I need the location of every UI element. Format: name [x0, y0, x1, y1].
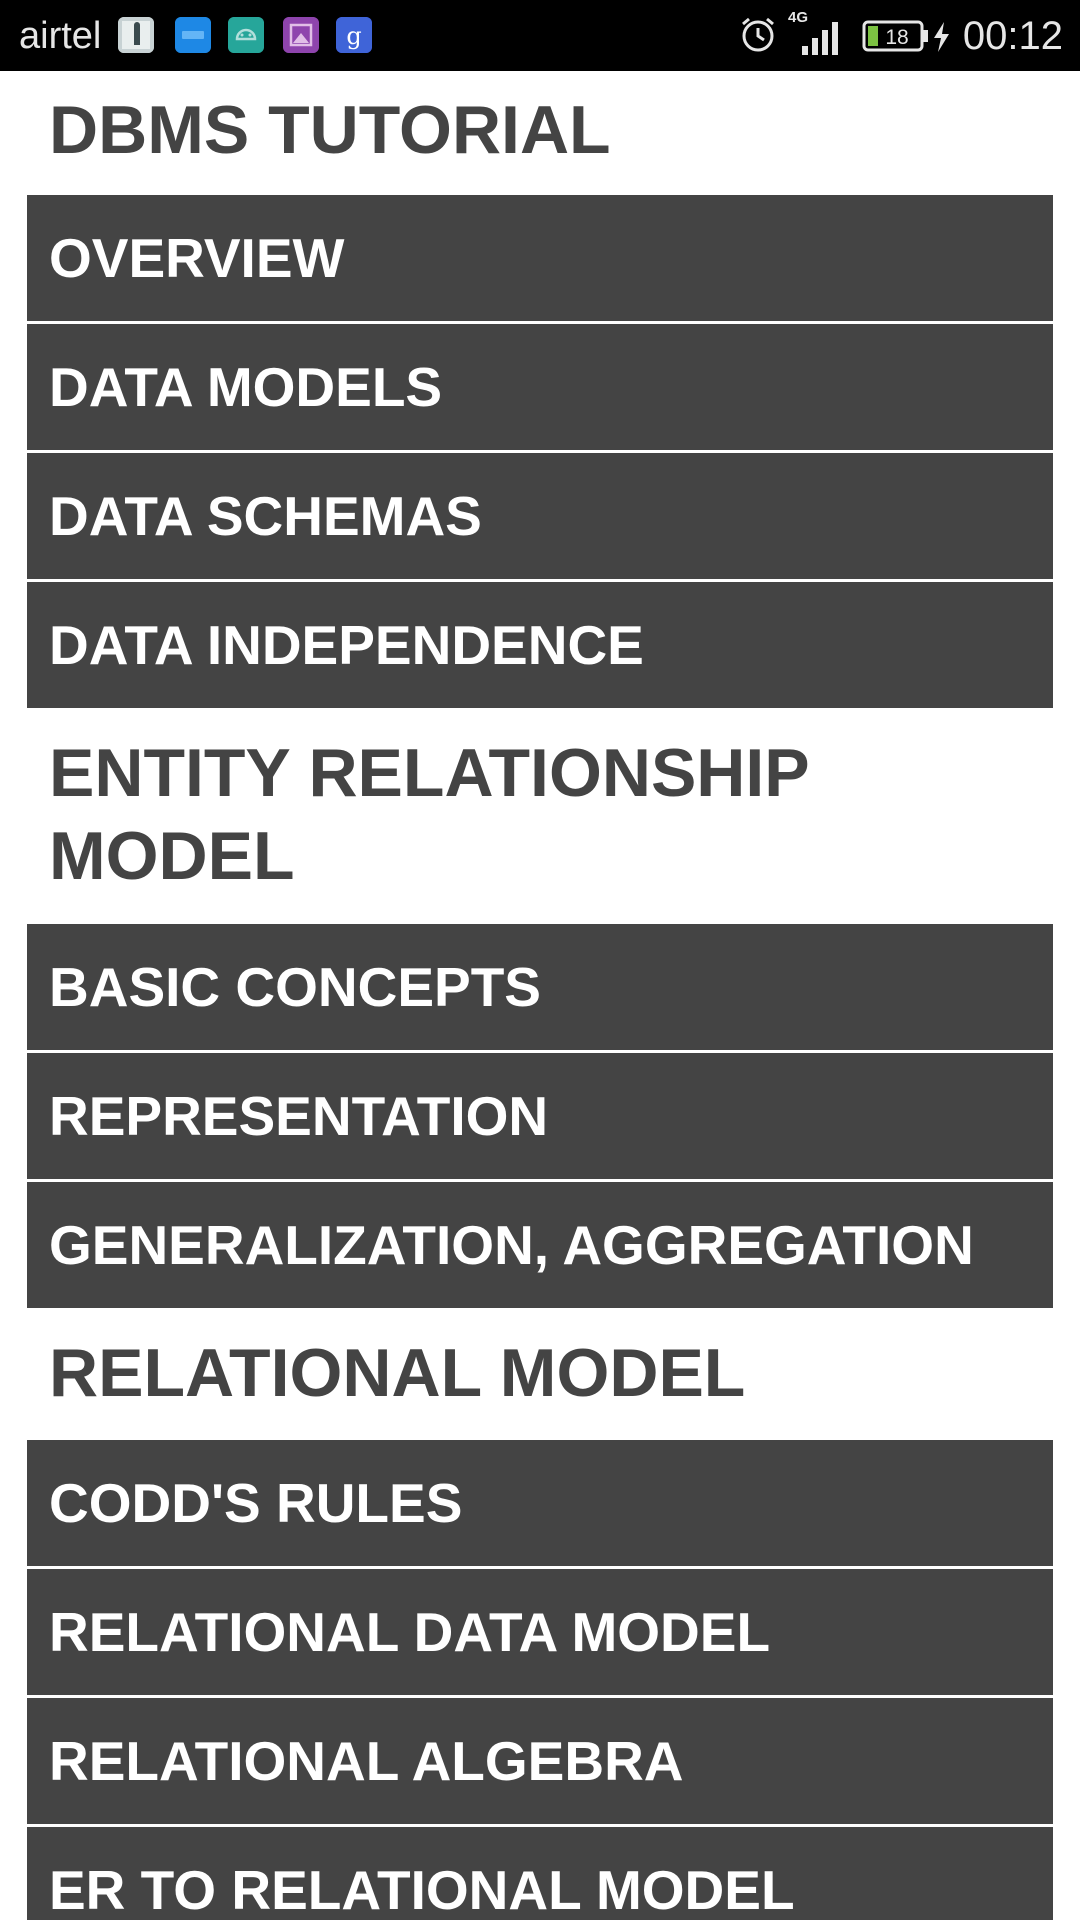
menu-item-label: DATA MODELS — [49, 356, 443, 418]
menu-item-label: RELATIONAL DATA MODEL — [49, 1601, 771, 1663]
battery-icon: 18 — [862, 20, 930, 52]
menu-item-data-schemas[interactable]: DATA SCHEMAS — [27, 453, 1053, 579]
battery-level: 18 — [885, 26, 908, 49]
menu-item-label: OVERVIEW — [49, 227, 345, 289]
tutorial-menu: DBMS TUTORIAL OVERVIEW DATA MODELS DATA … — [0, 71, 1080, 1920]
menu-item-label: GENERALIZATION, AGGREGATION — [49, 1214, 974, 1276]
menu-item-relational-data-model[interactable]: RELATIONAL DATA MODEL — [27, 1569, 1053, 1695]
svg-text:4G: 4G — [788, 9, 808, 26]
status-bar: airtel g 4G 18 00:12 — [0, 0, 1080, 71]
gallery-icon — [283, 17, 319, 53]
charging-icon — [930, 20, 952, 54]
menu-item-generalization-aggregation[interactable]: GENERALIZATION, AGGREGATION — [27, 1182, 1053, 1308]
clock: 00:12 — [962, 14, 1063, 58]
google-icon: g — [336, 17, 372, 53]
section-title-dbms-tutorial: DBMS TUTORIAL — [49, 92, 611, 168]
menu-item-label: CODD'S RULES — [49, 1472, 463, 1534]
menu-item-er-to-relational-model[interactable]: ER TO RELATIONAL MODEL — [27, 1827, 1053, 1920]
menu-item-basic-concepts[interactable]: BASIC CONCEPTS — [27, 924, 1053, 1050]
menu-item-label: DATA SCHEMAS — [49, 485, 482, 547]
app-icon-blue — [175, 17, 211, 53]
photo-thumbnail-icon — [118, 17, 154, 53]
section-title-relational-model: RELATIONAL MODEL — [49, 1335, 746, 1411]
menu-item-label: RELATIONAL ALGEBRA — [49, 1730, 684, 1792]
menu-item-label: BASIC CONCEPTS — [49, 956, 541, 1018]
alarm-icon — [738, 15, 778, 55]
carrier-name: airtel — [19, 15, 102, 57]
menu-item-codds-rules[interactable]: CODD'S RULES — [27, 1440, 1053, 1566]
menu-item-label: REPRESENTATION — [49, 1085, 549, 1147]
section-title-er-model-line1: ENTITY RELATIONSHIP — [49, 735, 810, 811]
menu-item-representation[interactable]: REPRESENTATION — [27, 1053, 1053, 1179]
menu-item-overview[interactable]: OVERVIEW — [27, 195, 1053, 321]
menu-item-label: ER TO RELATIONAL MODEL — [49, 1859, 795, 1920]
signal-icon: 4G — [788, 8, 846, 58]
menu-item-relational-algebra[interactable]: RELATIONAL ALGEBRA — [27, 1698, 1053, 1824]
menu-item-data-models[interactable]: DATA MODELS — [27, 324, 1053, 450]
svg-text:g: g — [346, 22, 361, 50]
android-icon — [228, 17, 264, 53]
menu-item-data-independence[interactable]: DATA INDEPENDENCE — [27, 582, 1053, 708]
section-title-er-model-line2: MODEL — [49, 818, 295, 894]
menu-item-label: DATA INDEPENDENCE — [49, 614, 644, 676]
